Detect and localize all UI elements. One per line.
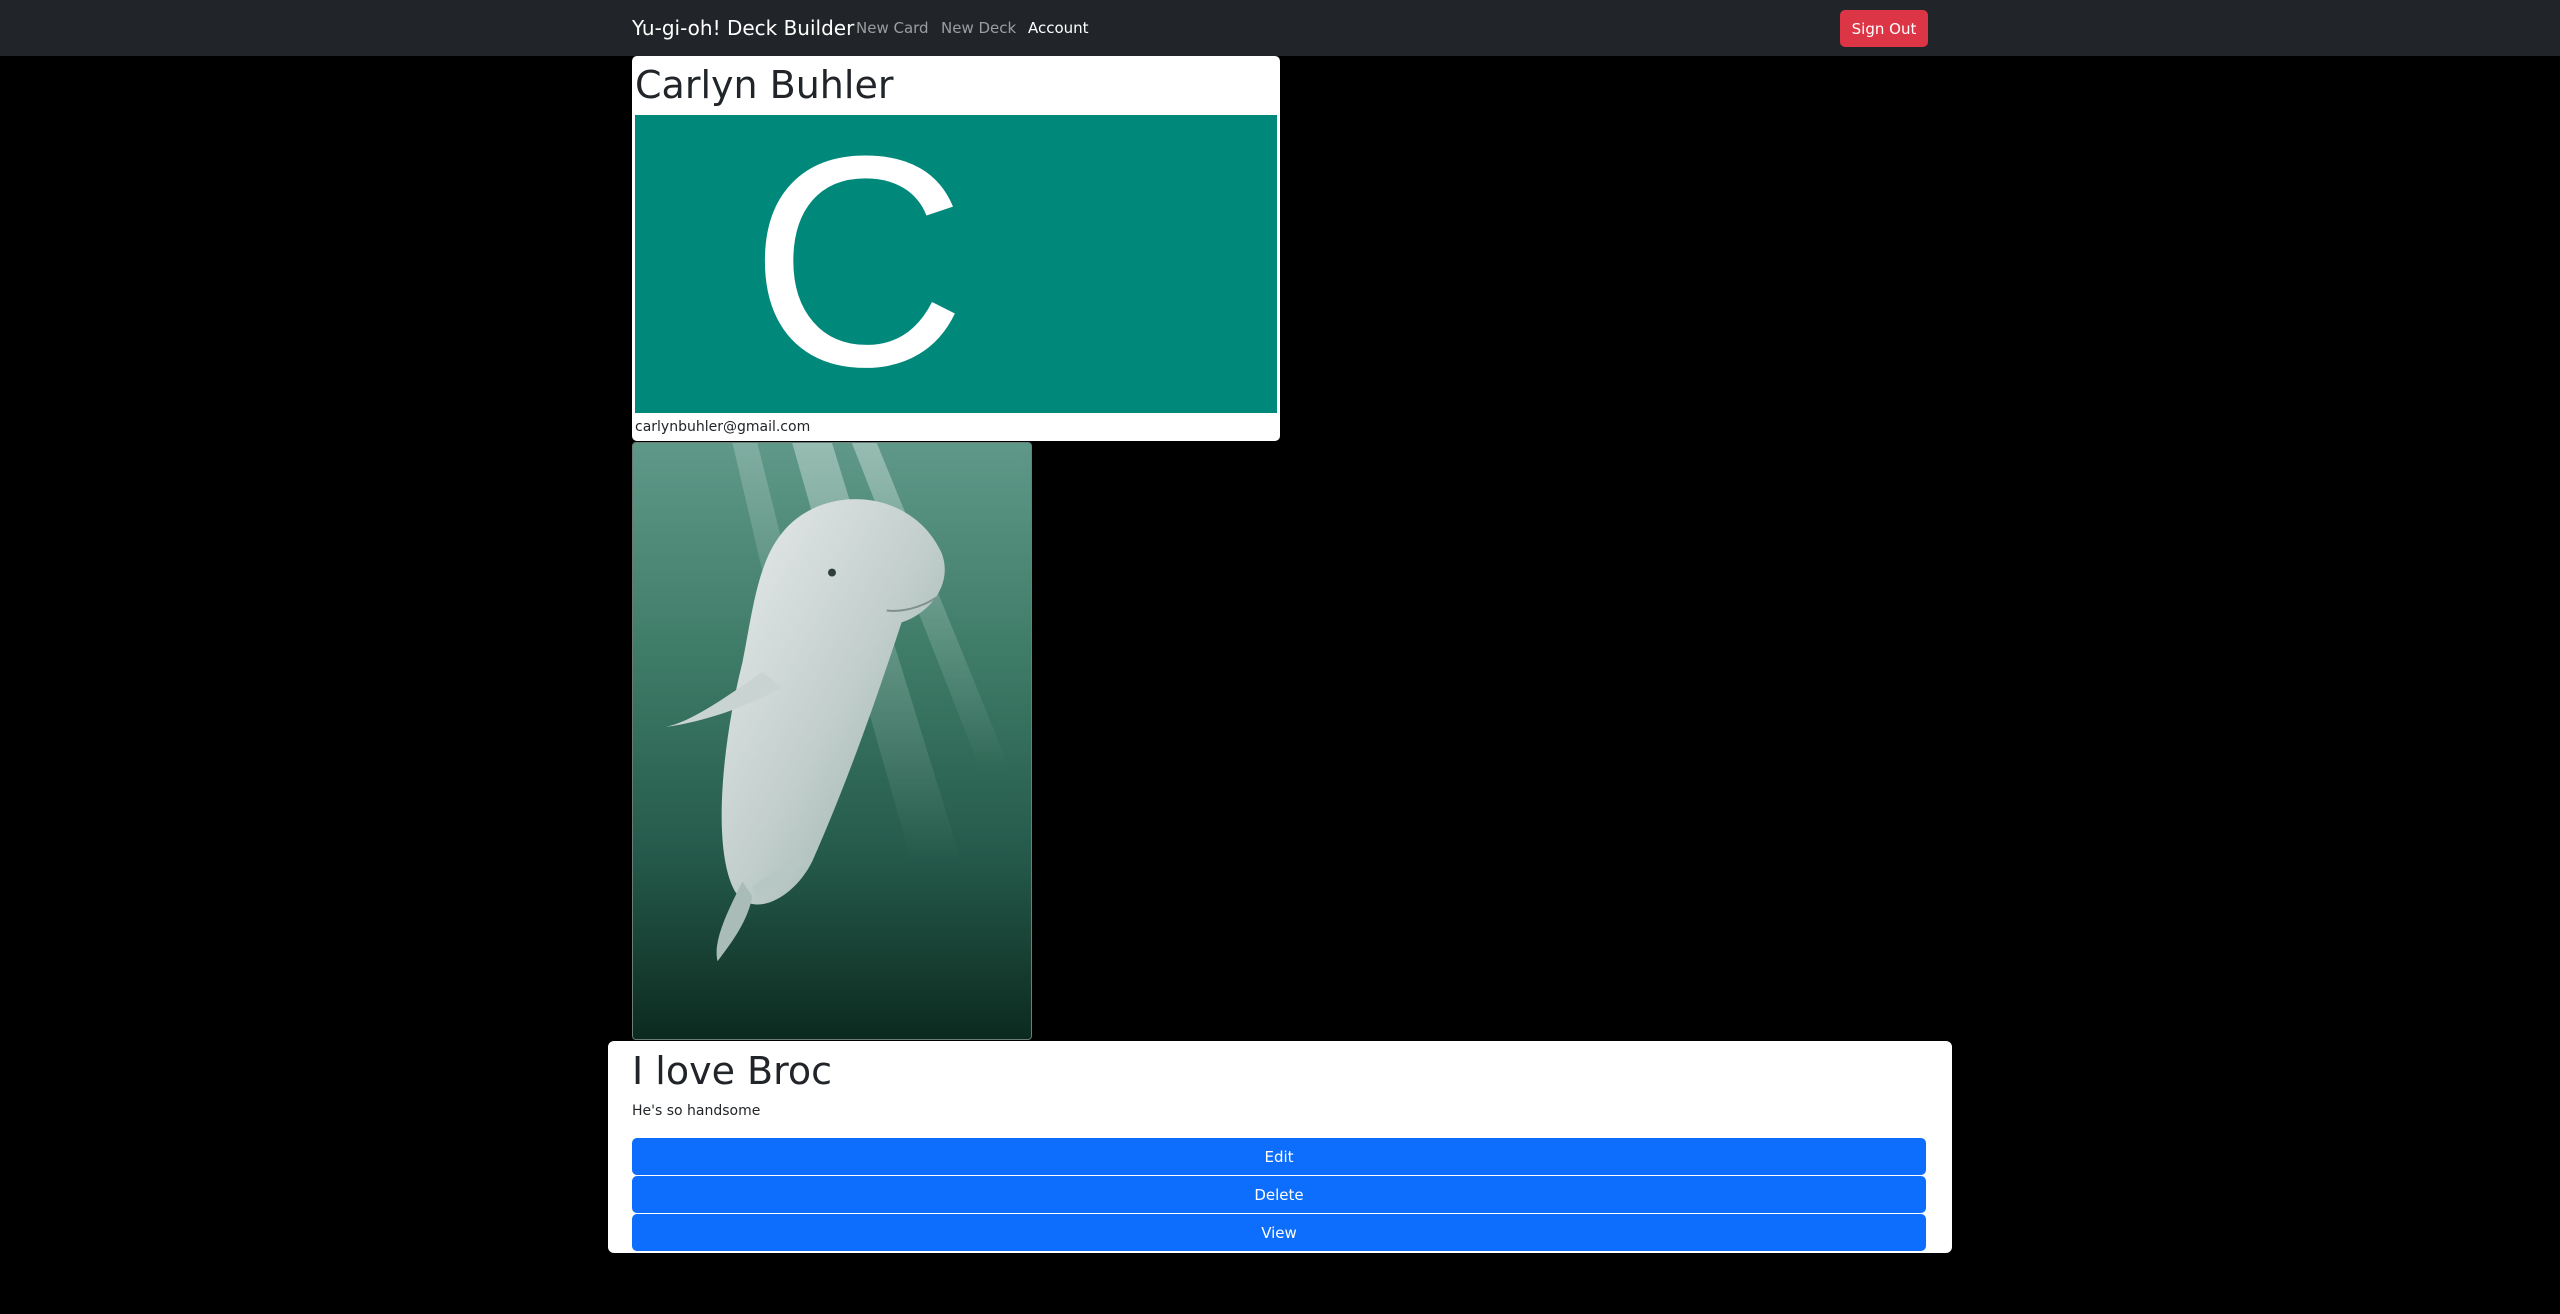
avatar-letter: C — [750, 115, 967, 413]
profile-card: Carlyn Buhler C carlynbuhler@gmail.com — [632, 56, 1280, 441]
profile-name: Carlyn Buhler — [635, 63, 894, 107]
avatar-letter-image: C — [635, 115, 1277, 413]
deck-card: I love Broc He's so handsome Edit Delete… — [608, 1041, 1952, 1253]
navbar: Yu-gi-oh! Deck Builder New Card New Deck… — [0, 0, 2560, 56]
nav-link-new-deck[interactable]: New Deck — [941, 18, 1016, 38]
brand-link[interactable]: Yu-gi-oh! Deck Builder — [632, 15, 854, 41]
beluga-whale-image — [633, 443, 1031, 1039]
deck-description: He's so handsome — [632, 1103, 761, 1119]
edit-button[interactable]: Edit — [632, 1138, 1926, 1175]
sign-out-button[interactable]: Sign Out — [1840, 10, 1928, 47]
avatar: C — [635, 115, 1277, 413]
deck-image — [632, 442, 1032, 1040]
delete-button[interactable]: Delete — [632, 1176, 1926, 1213]
nav-link-account[interactable]: Account — [1028, 18, 1089, 38]
view-button[interactable]: View — [632, 1214, 1926, 1251]
nav-link-new-card[interactable]: New Card — [856, 18, 929, 38]
deck-title: I love Broc — [632, 1049, 833, 1093]
profile-email: carlynbuhler@gmail.com — [635, 419, 811, 435]
